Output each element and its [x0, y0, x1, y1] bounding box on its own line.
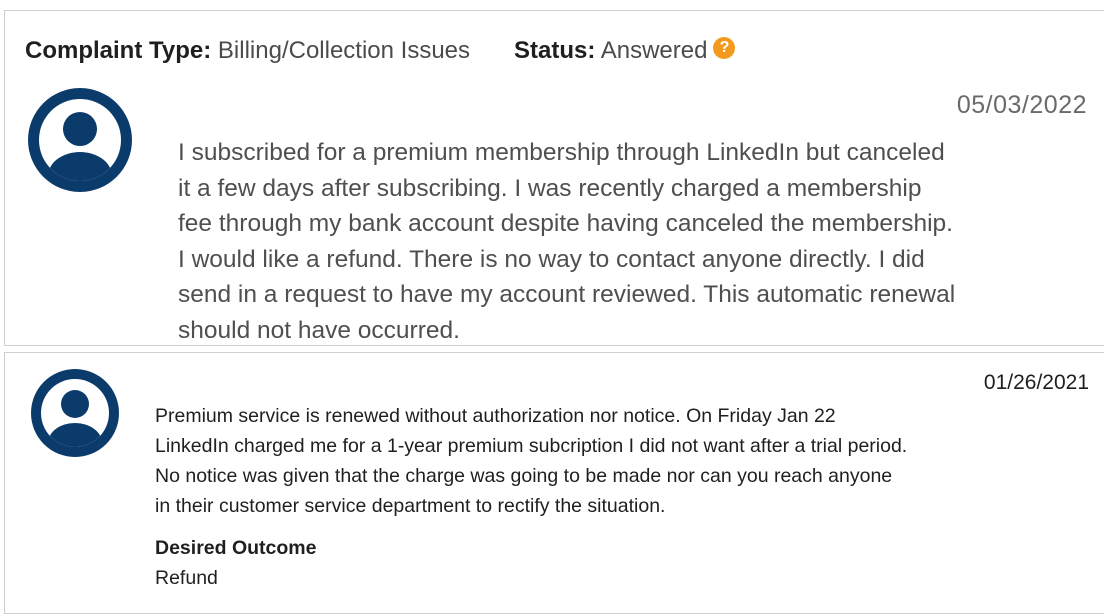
complaint-text-line: should not have occurred.	[178, 316, 460, 344]
review-date: 01/26/2021	[983, 371, 1089, 394]
complaint-date: 05/03/2022	[956, 91, 1087, 119]
help-question-icon[interactable]: ?	[713, 37, 736, 59]
status-label: Status:	[514, 37, 596, 64]
user-avatar-icon	[27, 365, 123, 461]
complaint-text-line: I would like a refund. There is no way t…	[178, 245, 925, 273]
status-value: Answered	[600, 37, 708, 64]
desired-outcome-value: Refund	[155, 567, 218, 589]
review-text-line: No notice was given that the charge was …	[155, 465, 893, 487]
complaint-text-line: I subscribed for a premium membership th…	[178, 139, 945, 166]
complaint-type-label: Complaint Type:	[25, 37, 212, 64]
complaint-type-value: Billing/Collection Issues	[217, 37, 471, 64]
complaint-text: I subscribed for a premium membership th…	[178, 135, 1104, 345]
review-card: 01/26/2021 Premium service is renewed wi…	[4, 352, 1104, 614]
review-text-line: in their customer service department to …	[155, 495, 666, 517]
complaint-card: Complaint Type: Billing/Collection Issue…	[4, 10, 1104, 346]
review-text-line: Premium service is renewed without autho…	[155, 405, 836, 427]
complaint-meta: Complaint Type: Billing/Collection Issue…	[25, 37, 736, 65]
review-text: Premium service is renewed without autho…	[155, 401, 1104, 521]
complaint-text-line: fee through my bank account despite havi…	[178, 210, 953, 237]
user-avatar-icon	[23, 83, 137, 197]
complaint-text-line: it a few days after subscribing. I was r…	[178, 174, 922, 202]
desired-outcome-label: Desired Outcome	[155, 537, 317, 559]
complaint-text-line: send in a request to have my account rev…	[178, 281, 956, 308]
review-text-line: LinkedIn charged me for a 1-year premium…	[155, 435, 908, 457]
